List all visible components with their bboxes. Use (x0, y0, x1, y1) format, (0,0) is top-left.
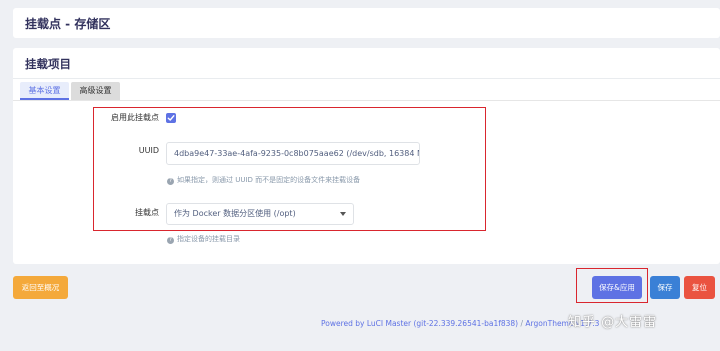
mount-item-card: 挂载项目 基本设置 高级设置 启用此挂载点 UUID 4dba9e47-33ae… (13, 48, 720, 264)
help-icon: ? (167, 178, 174, 185)
uuid-hint-text: 如果指定，则通过 UUID 而不是固定的设备文件来挂载设备 (177, 176, 361, 184)
chevron-down-icon (340, 212, 346, 216)
watermark: 知乎 @大雷雷 (568, 315, 658, 330)
help-icon: ? (167, 237, 174, 244)
footer: Powered by LuCI Master (git-22.339.26541… (321, 319, 599, 328)
footer-separator: / (520, 319, 524, 328)
save-button[interactable]: 保存 (650, 276, 680, 299)
page-title: 挂载点 - 存储区 (25, 17, 111, 31)
tab-basic-settings[interactable]: 基本设置 (20, 82, 69, 100)
section-divider (13, 78, 720, 79)
enable-label: 启用此挂载点 (111, 113, 159, 122)
uuid-label: UUID (138, 146, 159, 155)
section-title: 挂载项目 (25, 57, 71, 71)
enable-checkbox[interactable] (166, 113, 176, 123)
back-to-overview-button[interactable]: 返回至概况 (13, 276, 68, 299)
tab-advanced-settings[interactable]: 高级设置 (71, 82, 120, 100)
title-card: 挂载点 - 存储区 (13, 8, 720, 38)
footer-powered-link[interactable]: Powered by LuCI Master (git-22.339.26541… (321, 319, 518, 328)
tab-divider (13, 100, 720, 101)
uuid-input[interactable]: 4dba9e47-33ae-4afa-9235-0c8b075aae62 (/d… (166, 142, 420, 165)
mountpoint-select[interactable]: 作为 Docker 数据分区使用 (/opt) (166, 203, 354, 225)
checkmark-icon (167, 115, 175, 121)
uuid-hint: ? 如果指定，则通过 UUID 而不是固定的设备文件来挂载设备 (167, 175, 360, 185)
mountpoint-selected-value: 作为 Docker 数据分区使用 (/opt) (174, 209, 296, 218)
save-apply-button[interactable]: 保存&应用 (592, 276, 642, 299)
mountpoint-hint: ? 指定设备的挂载目录 (167, 234, 240, 244)
mountpoint-label: 挂载点 (135, 208, 159, 217)
mountpoint-hint-text: 指定设备的挂载目录 (177, 235, 240, 243)
reset-button[interactable]: 复位 (684, 276, 715, 299)
